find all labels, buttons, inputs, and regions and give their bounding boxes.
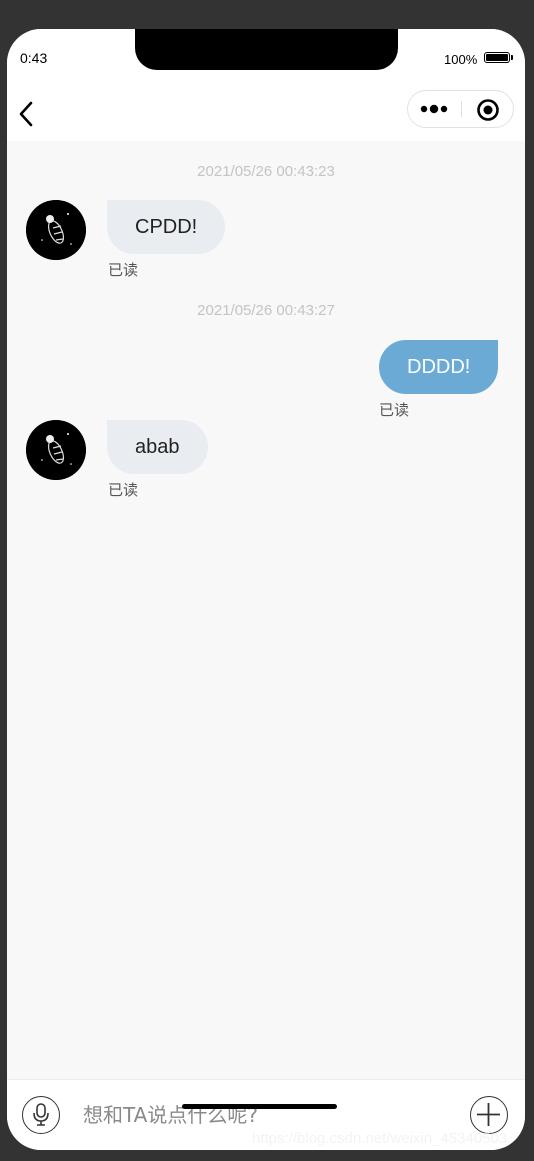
add-button[interactable]	[470, 1096, 508, 1134]
read-status: 已读	[108, 262, 139, 279]
avatar[interactable]	[26, 200, 86, 260]
close-mini-program-button[interactable]	[476, 98, 500, 122]
read-status: 已读	[108, 482, 139, 499]
avatar[interactable]	[26, 420, 86, 480]
battery-icon	[484, 52, 510, 63]
device-notch	[135, 29, 398, 70]
phone-screen: 0:43 100% 2021/05/26 00:43:23 CPDD! 已读 2…	[7, 29, 525, 1150]
mini-program-capsule	[407, 90, 514, 128]
sent-message-bubble[interactable]: DDDD!	[379, 340, 499, 394]
received-message-bubble[interactable]: abab	[107, 420, 208, 474]
watermark: https://blog.csdn.net/weixin_45340503	[252, 1130, 508, 1147]
chevron-left-icon	[19, 101, 33, 127]
microphone-icon	[33, 1103, 49, 1126]
message-timestamp: 2021/05/26 00:43:27	[197, 302, 335, 319]
astronaut-avatar-icon	[26, 420, 86, 480]
more-dots-icon	[420, 104, 448, 114]
plus-icon	[477, 1103, 500, 1126]
battery-tip	[511, 55, 513, 60]
capsule-divider	[461, 101, 462, 117]
status-time: 0:43	[20, 50, 48, 66]
more-button[interactable]	[420, 99, 450, 119]
read-status: 已读	[379, 402, 410, 419]
top-bar: 0:43 100%	[7, 29, 525, 141]
received-message-bubble[interactable]: CPDD!	[107, 200, 226, 254]
home-indicator	[182, 1104, 337, 1109]
back-button[interactable]	[15, 99, 37, 129]
astronaut-avatar-icon	[26, 200, 86, 260]
battery-percent: 100%	[444, 52, 478, 67]
voice-button[interactable]	[22, 1096, 60, 1134]
message-timestamp: 2021/05/26 00:43:23	[197, 163, 335, 180]
target-circle-icon	[477, 99, 499, 121]
